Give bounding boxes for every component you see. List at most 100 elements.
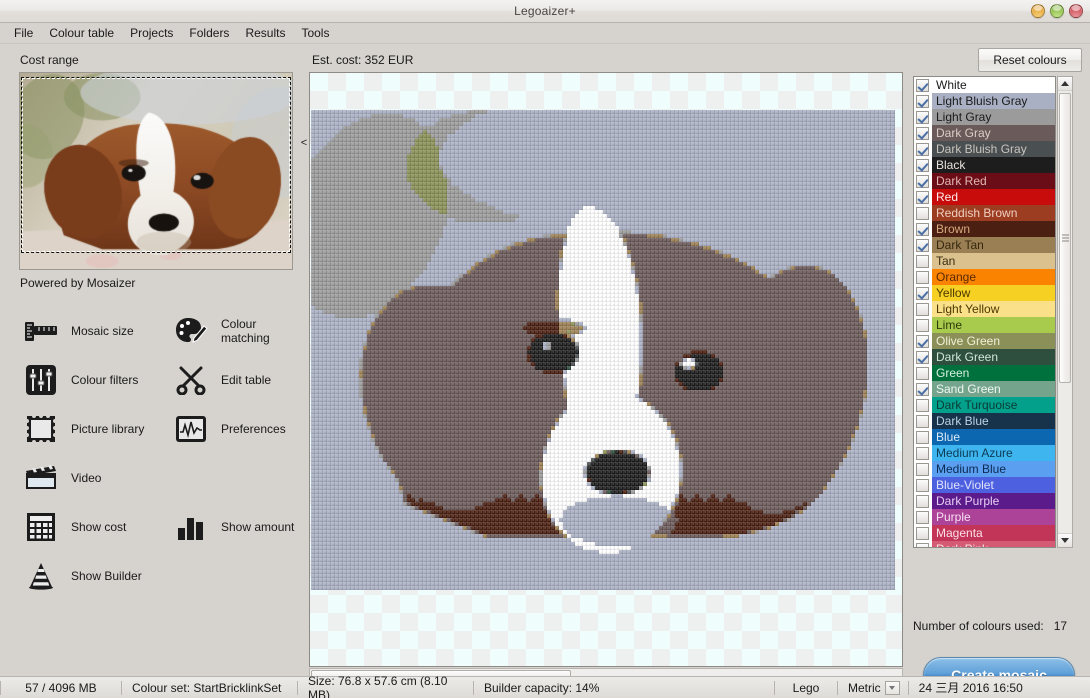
colour-row[interactable]: Dark Blue [914,413,1055,429]
colour-name[interactable]: Dark Green [932,349,1055,365]
colour-checkbox-dark-bluish-gray[interactable] [916,142,929,156]
menu-item-projects[interactable]: Projects [122,24,181,43]
colour-row[interactable]: Tan [914,253,1055,269]
colour-row[interactable]: Blue [914,429,1055,445]
colour-checkbox-reddish-brown[interactable] [916,206,929,220]
colour-row[interactable]: Lime [914,317,1055,333]
colour-row[interactable]: Dark Gray [914,125,1055,141]
colour-name[interactable]: Purple [932,509,1055,525]
colour-name[interactable]: Dark Pink [932,541,1055,547]
colour-checkbox-light-gray[interactable] [916,110,929,124]
vscroll-thumb[interactable] [1059,93,1071,383]
colour-row[interactable]: Black [914,157,1055,173]
colour-checkbox-olive-green[interactable] [916,334,929,348]
colour-row[interactable]: Yellow [914,285,1055,301]
colour-name[interactable]: Medium Blue [932,461,1055,477]
colour-name[interactable]: Light Yellow [932,301,1055,317]
colour-name[interactable]: Magenta [932,525,1055,541]
menu-item-colour-table[interactable]: Colour table [41,24,122,43]
colour-row[interactable]: Olive Green [914,333,1055,349]
colour-row[interactable]: Light Gray [914,109,1055,125]
colour-name[interactable]: Dark Purple [932,493,1055,509]
colour-row[interactable]: Light Bluish Gray [914,93,1055,109]
close-button[interactable] [1069,4,1083,18]
colour-checkbox-dark-red[interactable] [916,174,929,188]
colour-name[interactable]: Blue-Violet [932,477,1055,493]
tool-button-edit-table[interactable]: Edit table [150,355,300,404]
menu-item-tools[interactable]: Tools [293,24,337,43]
colour-checkbox-magenta[interactable] [916,526,929,540]
colour-checkbox-sand-green[interactable] [916,382,929,396]
tool-button-show-cost[interactable]: Show cost [0,502,150,551]
colour-row[interactable]: White [914,77,1055,93]
tool-button-picture-library[interactable]: Picture library [0,404,150,453]
menu-item-folders[interactable]: Folders [181,24,237,43]
colour-checkbox-blue-violet[interactable] [916,478,929,492]
colour-checkbox-light-yellow[interactable] [916,302,929,316]
tool-button-video[interactable]: Video [0,453,150,502]
colour-checkbox-tan[interactable] [916,254,929,268]
colour-checkbox-blue[interactable] [916,430,929,444]
colour-row[interactable]: Light Yellow [914,301,1055,317]
colour-row[interactable]: Medium Azure [914,445,1055,461]
colour-checkbox-dark-turquoise[interactable] [916,398,929,412]
menu-item-results[interactable]: Results [237,24,293,43]
colour-checkbox-white[interactable] [916,78,929,92]
colour-checkbox-dark-purple[interactable] [916,494,929,508]
colour-name[interactable]: Dark Gray [932,125,1055,141]
colour-row[interactable]: Orange [914,269,1055,285]
colour-checkbox-medium-blue[interactable] [916,462,929,476]
colour-name[interactable]: Light Bluish Gray [932,93,1055,109]
colour-row[interactable]: Dark Green [914,349,1055,365]
mosaic-viewport[interactable] [309,72,903,667]
colour-checkbox-brown[interactable] [916,222,929,236]
colour-checkbox-red[interactable] [916,190,929,204]
colour-row[interactable]: Dark Tan [914,237,1055,253]
colour-name[interactable]: Olive Green [932,333,1055,349]
colour-row[interactable]: Dark Bluish Gray [914,141,1055,157]
colour-name[interactable]: Medium Azure [932,445,1055,461]
colour-row[interactable]: Dark Red [914,173,1055,189]
colour-row[interactable]: Magenta [914,525,1055,541]
colour-row[interactable]: Medium Blue [914,461,1055,477]
tool-button-preferences[interactable]: Preferences [150,404,300,453]
colour-name[interactable]: Light Gray [932,109,1055,125]
colour-name[interactable]: Yellow [932,285,1055,301]
scroll-down-button[interactable] [1058,533,1072,547]
scroll-up-button[interactable] [1058,77,1072,91]
colour-row[interactable]: Red [914,189,1055,205]
colour-checkbox-dark-blue[interactable] [916,414,929,428]
units-dropdown[interactable] [884,680,900,695]
colour-checkbox-yellow[interactable] [916,286,929,300]
colour-name[interactable]: Tan [932,253,1055,269]
tool-button-show-builder[interactable]: Show Builder [0,551,150,600]
reset-colours-button[interactable]: Reset colours [978,48,1082,72]
colour-name[interactable]: Dark Bluish Gray [932,141,1055,157]
colour-list[interactable]: White Light Bluish Gray Light Gray Dark Gra… [913,76,1056,548]
tool-button-mosaic-size[interactable]: Mosaic size [0,306,150,355]
colour-checkbox-black[interactable] [916,158,929,172]
colour-name[interactable]: Sand Green [932,381,1055,397]
colour-checkbox-dark-gray[interactable] [916,126,929,140]
colour-name[interactable]: Blue [932,429,1055,445]
colour-row[interactable]: Dark Purple [914,493,1055,509]
tool-button-colour-filters[interactable]: Colour filters [0,355,150,404]
colour-row[interactable]: Reddish Brown [914,205,1055,221]
minimize-button[interactable] [1031,4,1045,18]
colour-checkbox-orange[interactable] [916,270,929,284]
colour-row[interactable]: Blue-Violet [914,477,1055,493]
colour-row[interactable]: Green [914,365,1055,381]
colour-list-vertical-scrollbar[interactable] [1057,76,1073,548]
colour-name[interactable]: White [932,77,1055,93]
colour-name[interactable]: Dark Red [932,173,1055,189]
colour-name[interactable]: Orange [932,269,1055,285]
colour-row[interactable]: Dark Turquoise [914,397,1055,413]
colour-name[interactable]: Brown [932,221,1055,237]
colour-row[interactable]: Dark Pink [914,541,1055,547]
colour-name[interactable]: Dark Blue [932,413,1055,429]
colour-name[interactable]: Dark Tan [932,237,1055,253]
colour-row[interactable]: Sand Green [914,381,1055,397]
colour-row[interactable]: Brown [914,221,1055,237]
colour-checkbox-green[interactable] [916,366,929,380]
colour-checkbox-lime[interactable] [916,318,929,332]
